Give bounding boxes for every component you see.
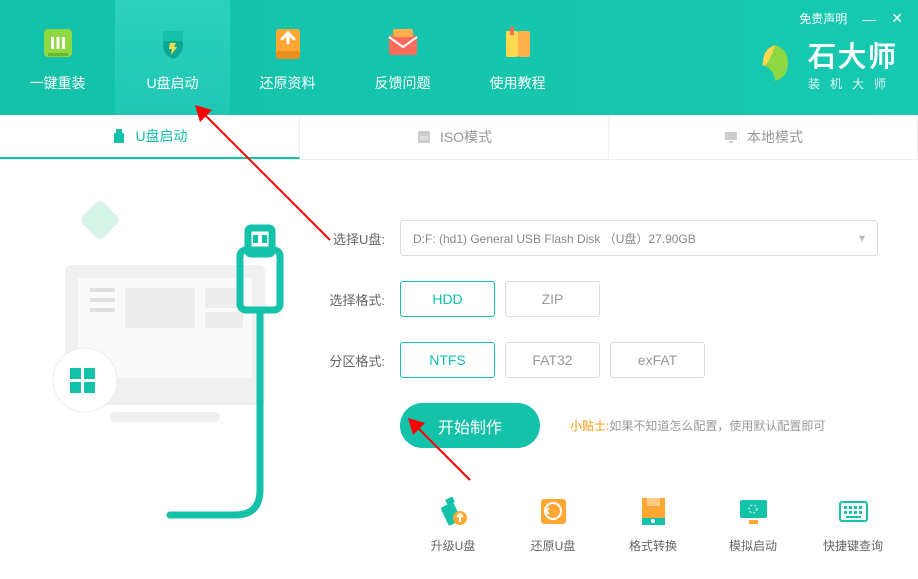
- tab-usb-boot[interactable]: U盘启动: [0, 115, 300, 159]
- format-opt-zip[interactable]: ZIP: [505, 281, 600, 317]
- tip-text: 如果不知道怎么配置，使用默认配置即可: [609, 419, 825, 433]
- partition-label: 分区格式:: [320, 351, 385, 370]
- tab-label: ISO模式: [440, 127, 492, 147]
- tab-iso-mode[interactable]: ISO ISO模式: [300, 115, 609, 159]
- upgrade-usb-icon: [436, 494, 471, 529]
- tool-label: 格式转换: [629, 537, 677, 554]
- restore-usb-icon: [536, 494, 571, 529]
- tip-label: 小贴士:: [570, 419, 609, 433]
- restore-icon: [268, 23, 308, 63]
- nav-usb-boot[interactable]: U盘启动: [115, 0, 230, 115]
- usb-select[interactable]: D:F: (hd1) General USB Flash Disk （U盘）27…: [400, 220, 878, 256]
- partition-opt-fat32[interactable]: FAT32: [505, 342, 600, 378]
- nav-reinstall[interactable]: 一键重装: [0, 0, 115, 115]
- tab-local-mode[interactable]: 本地模式: [609, 115, 918, 159]
- tool-restore-usb[interactable]: 还原U盘: [518, 494, 588, 554]
- tool-hotkey-query[interactable]: 快捷键查询: [818, 494, 888, 554]
- tool-label: 快捷键查询: [823, 537, 883, 554]
- feedback-icon: [383, 23, 423, 63]
- format-row: 选择格式: HDD ZIP: [320, 281, 878, 317]
- close-button[interactable]: ✕: [891, 10, 903, 27]
- monitor-icon: [723, 129, 739, 145]
- brand-title: 石大师: [808, 35, 898, 75]
- tutorial-icon: [498, 23, 538, 63]
- illustration: [40, 180, 290, 530]
- header-top: 免责声明 — ✕: [799, 10, 903, 27]
- usb-selected-value: D:F: (hd1) General USB Flash Disk （U盘）27…: [413, 230, 696, 247]
- tool-format-convert[interactable]: 格式转换: [618, 494, 688, 554]
- usb-boot-icon: [153, 23, 193, 63]
- hotkey-query-icon: [836, 494, 871, 529]
- partition-row: 分区格式: NTFS FAT32 exFAT: [320, 342, 878, 378]
- nav-label: U盘启动: [146, 73, 198, 93]
- minimize-button[interactable]: —: [862, 11, 876, 27]
- format-convert-icon: [636, 494, 671, 529]
- usb-select-row: 选择U盘: D:F: (hd1) General USB Flash Disk …: [320, 220, 878, 256]
- tool-upgrade-usb[interactable]: 升级U盘: [418, 494, 488, 554]
- start-row: 开始制作 小贴士:如果不知道怎么配置，使用默认配置即可: [400, 403, 878, 448]
- nav-restore[interactable]: 还原资料: [230, 0, 345, 115]
- format-label: 选择格式:: [320, 290, 385, 309]
- tool-simulate-boot[interactable]: 模拟启动: [718, 494, 788, 554]
- bottom-tools: 升级U盘 还原U盘 格式转换 模拟启动 快捷键查询: [418, 494, 888, 554]
- mode-tabs: U盘启动 ISO ISO模式 本地模式: [0, 115, 918, 160]
- nav-feedback[interactable]: 反馈问题: [345, 0, 460, 115]
- tool-label: 还原U盘: [531, 537, 576, 554]
- tool-label: 模拟启动: [729, 537, 777, 554]
- nav-label: 反馈问题: [375, 73, 431, 93]
- usb-label: 选择U盘:: [320, 229, 385, 248]
- reinstall-icon: [38, 23, 78, 63]
- disclaimer-link[interactable]: 免责声明: [799, 10, 847, 27]
- nav-tutorial[interactable]: 使用教程: [460, 0, 575, 115]
- form-content: 选择U盘: D:F: (hd1) General USB Flash Disk …: [320, 220, 878, 448]
- nav-label: 使用教程: [490, 73, 546, 93]
- nav-label: 还原资料: [260, 73, 316, 93]
- brand-subtitle: 装机大师: [808, 75, 898, 92]
- iso-icon: ISO: [416, 129, 432, 145]
- usb-icon: [111, 128, 127, 144]
- brand: 石大师 装机大师: [753, 35, 898, 92]
- tool-label: 升级U盘: [431, 537, 476, 554]
- brand-logo-icon: [753, 41, 798, 86]
- format-opt-hdd[interactable]: HDD: [400, 281, 495, 317]
- tab-label: 本地模式: [747, 127, 803, 147]
- header: 免责声明 — ✕ 一键重装 U盘启动 还原资料 反馈问题 使用教程: [0, 0, 918, 115]
- start-button[interactable]: 开始制作: [400, 403, 540, 448]
- tip: 小贴士:如果不知道怎么配置，使用默认配置即可: [570, 417, 825, 434]
- partition-opt-ntfs[interactable]: NTFS: [400, 342, 495, 378]
- chevron-down-icon: ▾: [859, 231, 865, 245]
- partition-opt-exfat[interactable]: exFAT: [610, 342, 705, 378]
- svg-text:ISO: ISO: [420, 136, 429, 142]
- nav-label: 一键重装: [30, 73, 86, 93]
- simulate-boot-icon: [736, 494, 771, 529]
- tab-label: U盘启动: [135, 126, 187, 146]
